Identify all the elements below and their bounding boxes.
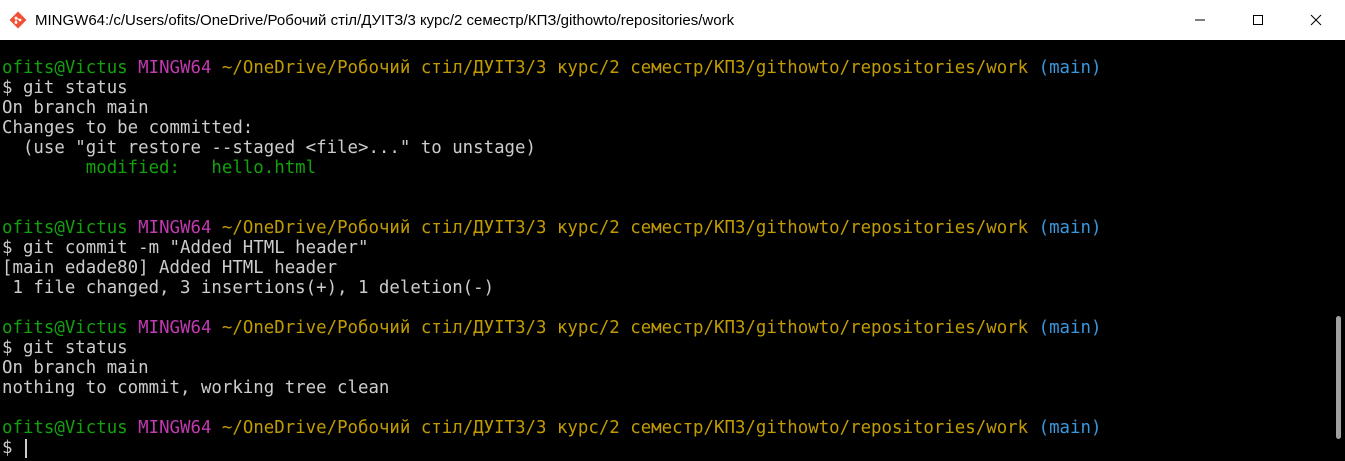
prompt-user: ofits@Victus	[2, 58, 128, 78]
window-title: MINGW64:/c/Users/ofits/OneDrive/Робочий …	[35, 11, 735, 29]
command-line: $ git status	[2, 338, 128, 358]
scrollbar[interactable]	[1329, 40, 1345, 461]
prompt-line: ofits@Victus MINGW64 ~/OneDrive/Робочий …	[2, 318, 1101, 338]
output-line: [main edade80] Added HTML header	[2, 258, 338, 278]
output-line: On branch main	[2, 358, 149, 378]
terminal-window: MINGW64:/c/Users/ofits/OneDrive/Робочий …	[0, 0, 1345, 461]
terminal-output[interactable]: ofits@Victus MINGW64 ~/OneDrive/Робочий …	[0, 40, 1329, 461]
git-bash-icon	[9, 11, 27, 29]
prompt-branch: (main)	[1038, 318, 1102, 338]
output-line: Changes to be committed:	[2, 118, 254, 138]
prompt-symbol: $	[2, 438, 23, 458]
minimize-button[interactable]	[1171, 0, 1229, 40]
title-bar[interactable]: MINGW64:/c/Users/ofits/OneDrive/Робочий …	[0, 0, 1345, 40]
prompt-system: MINGW64	[138, 218, 212, 238]
output-line: (use "git restore --staged <file>..." to…	[2, 138, 536, 158]
prompt-line: ofits@Victus MINGW64 ~/OneDrive/Робочий …	[2, 58, 1101, 78]
prompt-path: ~/OneDrive/Робочий стіл/ДУІТЗ/3 курс/2 с…	[221, 58, 1029, 78]
close-button[interactable]	[1287, 0, 1345, 40]
prompt-user: ofits@Victus	[2, 318, 128, 338]
prompt-path: ~/OneDrive/Робочий стіл/ДУІТЗ/3 курс/2 с…	[221, 318, 1029, 338]
prompt-system: MINGW64	[138, 418, 212, 438]
prompt-path: ~/OneDrive/Робочий стіл/ДУІТЗ/3 курс/2 с…	[221, 418, 1029, 438]
prompt-user: ofits@Victus	[2, 218, 128, 238]
maximize-button[interactable]	[1229, 0, 1287, 40]
scrollbar-thumb[interactable]	[1336, 316, 1341, 439]
prompt-line: ofits@Victus MINGW64 ~/OneDrive/Робочий …	[2, 418, 1101, 438]
prompt-system: MINGW64	[138, 318, 212, 338]
output-line: 1 file changed, 3 insertions(+), 1 delet…	[2, 278, 495, 298]
output-line: nothing to commit, working tree clean	[2, 378, 390, 398]
prompt-path: ~/OneDrive/Робочий стіл/ДУІТЗ/3 курс/2 с…	[221, 218, 1029, 238]
text-cursor	[24, 438, 27, 458]
modified-file-line: modified: hello.html	[2, 158, 317, 178]
maximize-icon	[1253, 15, 1263, 25]
prompt-user: ofits@Victus	[2, 418, 128, 438]
input-line[interactable]: $	[2, 438, 1101, 458]
prompt-system: MINGW64	[138, 58, 212, 78]
close-icon	[1310, 14, 1322, 26]
output-line: On branch main	[2, 98, 149, 118]
prompt-line: ofits@Victus MINGW64 ~/OneDrive/Робочий …	[2, 218, 1101, 238]
prompt-branch: (main)	[1038, 58, 1102, 78]
prompt-branch: (main)	[1038, 418, 1102, 438]
command-line: $ git commit -m "Added HTML header"	[2, 238, 369, 258]
window-controls	[1171, 0, 1345, 40]
minimize-icon	[1195, 19, 1205, 21]
command-line: $ git status	[2, 78, 128, 98]
prompt-branch: (main)	[1038, 218, 1102, 238]
